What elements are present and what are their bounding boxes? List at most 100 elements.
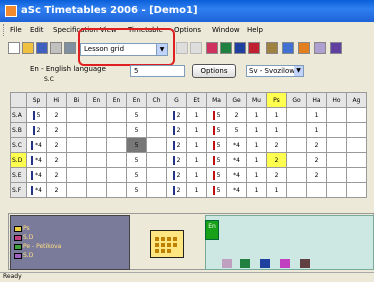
- grid-cell[interactable]: 2: [226, 107, 247, 123]
- grid-cell[interactable]: 2: [46, 182, 67, 198]
- subject-icon[interactable]: [300, 259, 310, 268]
- grid-cell[interactable]: 1: [266, 122, 287, 138]
- open-folder-icon[interactable]: [22, 42, 34, 54]
- grid-cell[interactable]: 2: [26, 122, 47, 138]
- grid-cell[interactable]: 2: [46, 107, 67, 123]
- grid-cell[interactable]: [106, 107, 127, 123]
- grid-cell[interactable]: 2: [166, 152, 187, 168]
- header-cell[interactable]: Sp: [26, 92, 47, 108]
- grid-cell[interactable]: [86, 152, 107, 168]
- en-lesson-card[interactable]: En: [205, 220, 219, 240]
- menu-window[interactable]: Window: [212, 26, 240, 34]
- row-header-cell[interactable]: S.A: [10, 107, 27, 123]
- grid-cell[interactable]: 2: [46, 152, 67, 168]
- grid-cell[interactable]: [286, 182, 307, 198]
- grid-cell[interactable]: [346, 182, 367, 198]
- grid-cell[interactable]: 2: [306, 137, 327, 153]
- grid-cell[interactable]: 5: [206, 137, 227, 153]
- generate-icon[interactable]: [206, 42, 218, 54]
- teacher-icon[interactable]: [240, 259, 250, 268]
- grid-cell[interactable]: 1: [186, 122, 207, 138]
- grid-cell[interactable]: [326, 122, 347, 138]
- header-cell[interactable]: En: [126, 92, 147, 108]
- grid-cell[interactable]: [106, 122, 127, 138]
- row-header-cell[interactable]: S.D: [10, 152, 27, 168]
- grid-cell[interactable]: 1: [246, 107, 267, 123]
- redo-icon[interactable]: [190, 42, 202, 54]
- grid-cell[interactable]: [146, 137, 167, 153]
- grid-cell[interactable]: [306, 182, 327, 198]
- grid-cell[interactable]: 1: [266, 182, 287, 198]
- menu-file[interactable]: File: [10, 26, 22, 34]
- header-cell[interactable]: Ho: [326, 92, 347, 108]
- grid-cell[interactable]: [106, 137, 127, 153]
- grid-cell[interactable]: [146, 122, 167, 138]
- header-cell[interactable]: Mu: [246, 92, 267, 108]
- grid-cell[interactable]: [326, 182, 347, 198]
- grid-cell[interactable]: 1: [306, 107, 327, 123]
- grid-cell[interactable]: [286, 122, 307, 138]
- preview-icon[interactable]: [64, 42, 76, 54]
- grid-cell[interactable]: 5: [206, 167, 227, 183]
- grid-cell[interactable]: 5: [126, 122, 147, 138]
- teacher-icon[interactable]: [220, 42, 232, 54]
- grid-cell[interactable]: *4: [26, 167, 47, 183]
- grid-cell[interactable]: [346, 107, 367, 123]
- grid-cell[interactable]: 5: [206, 107, 227, 123]
- grid-cell[interactable]: [146, 167, 167, 183]
- grid-cell[interactable]: [146, 152, 167, 168]
- grid-cell[interactable]: 1: [246, 152, 267, 168]
- header-cell[interactable]: En: [106, 92, 127, 108]
- chart-icon[interactable]: [314, 42, 326, 54]
- new-file-icon[interactable]: [8, 42, 20, 54]
- header-cell[interactable]: Bi: [66, 92, 87, 108]
- grid-cell[interactable]: [106, 167, 127, 183]
- grid-cell[interactable]: 1: [186, 167, 207, 183]
- grid-cell[interactable]: 2: [266, 167, 287, 183]
- timetable-thumbnail[interactable]: [150, 230, 184, 258]
- grid-cell[interactable]: 1: [306, 122, 327, 138]
- grid-cell[interactable]: 1: [186, 107, 207, 123]
- grid-cell[interactable]: [66, 107, 87, 123]
- teacher-select[interactable]: Sv - Svozilow ▼: [246, 65, 304, 77]
- grid-cell[interactable]: 1: [186, 182, 207, 198]
- header-cell[interactable]: Ge: [226, 92, 247, 108]
- class-icon[interactable]: [260, 259, 270, 268]
- card-icon[interactable]: [266, 42, 278, 54]
- grid-cell[interactable]: 1: [246, 167, 267, 183]
- header-cell[interactable]: Ma: [206, 92, 227, 108]
- lesson-card-preview[interactable]: Ps S.D Pe - Petikova S.D: [10, 215, 130, 270]
- row-header-cell[interactable]: S.C: [10, 137, 27, 153]
- menu-options[interactable]: Options: [174, 26, 201, 34]
- header-cell[interactable]: Hi: [46, 92, 67, 108]
- grid-cell[interactable]: 5: [206, 152, 227, 168]
- grid-cell[interactable]: [106, 152, 127, 168]
- grid-cell[interactable]: 1: [246, 137, 267, 153]
- grid-cell[interactable]: 1: [186, 152, 207, 168]
- grid-cell[interactable]: [286, 152, 307, 168]
- header-cell[interactable]: Go: [286, 92, 307, 108]
- grid-cell[interactable]: [66, 167, 87, 183]
- undo-icon[interactable]: [176, 42, 188, 54]
- grid-cell[interactable]: *4: [226, 137, 247, 153]
- grid-cell[interactable]: 5: [126, 152, 147, 168]
- grid-cell[interactable]: [146, 182, 167, 198]
- grid-cell[interactable]: [286, 137, 307, 153]
- row-header-cell[interactable]: S.F: [10, 182, 27, 198]
- grid-cell[interactable]: [326, 137, 347, 153]
- grid-cell[interactable]: *4: [26, 152, 47, 168]
- report-icon[interactable]: [298, 42, 310, 54]
- grid-cell[interactable]: 2: [166, 122, 187, 138]
- grid-cell[interactable]: [326, 152, 347, 168]
- header-cell[interactable]: Ch: [146, 92, 167, 108]
- grid-cell[interactable]: [106, 182, 127, 198]
- grid-cell[interactable]: [326, 107, 347, 123]
- options-button[interactable]: Options: [192, 64, 236, 78]
- grid-cell[interactable]: 2: [266, 137, 287, 153]
- row-header-cell[interactable]: S.E: [10, 167, 27, 183]
- grid-cell[interactable]: [66, 137, 87, 153]
- grid-cell[interactable]: *4: [26, 182, 47, 198]
- grid-cell[interactable]: [66, 182, 87, 198]
- grid-cell[interactable]: 2: [166, 107, 187, 123]
- grid-cell[interactable]: 2: [46, 137, 67, 153]
